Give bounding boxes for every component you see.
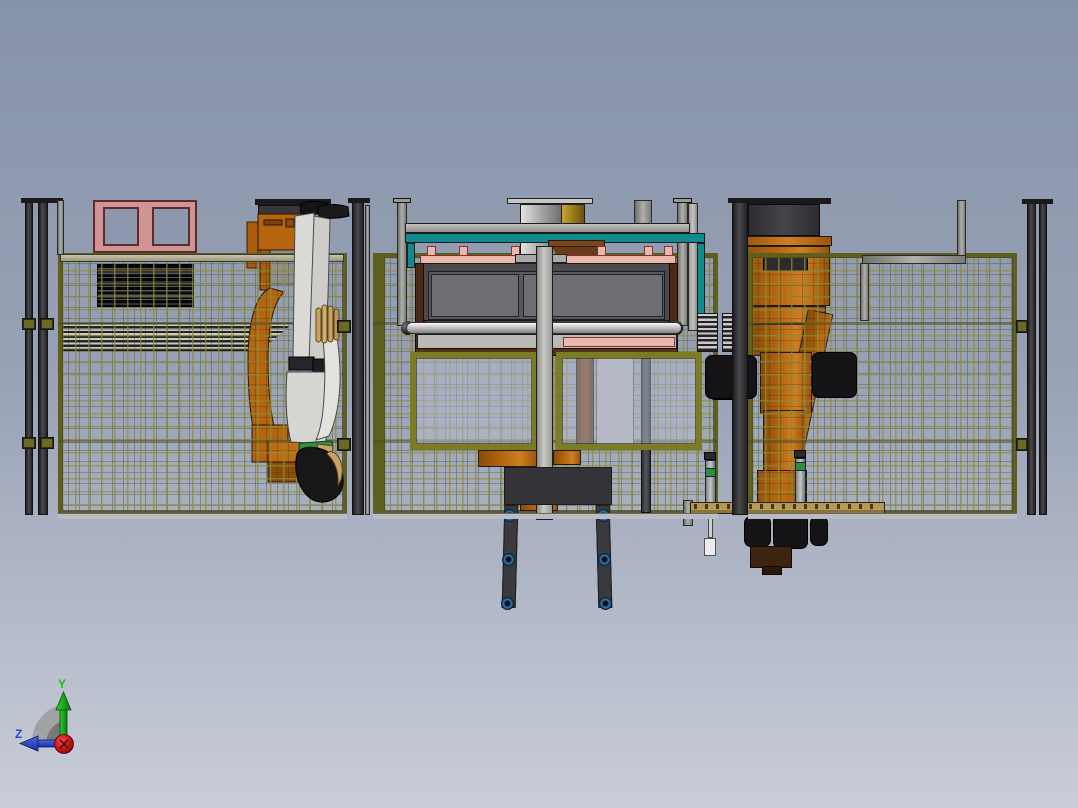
leg-bolt: [599, 597, 612, 610]
table-sub-panel: [431, 274, 519, 317]
z-axis-arrowhead: [18, 735, 39, 752]
clamp-sensor-left-band: [705, 468, 716, 477]
post-cap: [1022, 199, 1053, 204]
end-effector-tip: [762, 566, 782, 575]
fence-clamp: [40, 318, 54, 330]
fence-clamp: [337, 438, 351, 451]
gray-upright: [57, 200, 64, 255]
cable-chain-slats: [697, 313, 718, 352]
glass-panel-right: [556, 352, 702, 450]
fence-base-strip: [748, 513, 1017, 519]
post-cap: [728, 198, 756, 203]
fence-midrail: [748, 440, 1017, 443]
frame-post-right: [677, 200, 688, 326]
y-axis-arrowhead: [55, 690, 72, 711]
z-axis-label: Z: [15, 727, 22, 741]
post-cap: [348, 198, 370, 203]
fence-post: [352, 200, 364, 515]
clamp-sensor-left: [704, 452, 716, 460]
gray-tube-horizontal: [862, 255, 966, 264]
gray-upright: [365, 205, 370, 515]
right-robot-mount: [748, 204, 820, 236]
fence-base-strip: [58, 513, 347, 519]
fence-midrail: [748, 322, 1017, 325]
end-effector-box: [810, 516, 828, 546]
lower-tray-pink: [563, 337, 675, 347]
right-robot-base-flange: [735, 236, 832, 246]
clamp-sensor-right: [794, 450, 806, 458]
fence-base-strip: [373, 513, 718, 519]
gray-tube-vertical: [957, 200, 966, 258]
glass-panel-left: [410, 352, 538, 450]
fence-post: [732, 200, 748, 515]
top-beam: [405, 223, 690, 233]
fence-post: [25, 200, 33, 515]
fence-clamp: [22, 437, 36, 449]
center-robot-arm: [478, 450, 538, 467]
gray-tube-vertical: [860, 263, 869, 321]
fence-clamp: [1016, 438, 1028, 451]
frame-post-left-cap: [393, 198, 411, 203]
fence-post: [38, 200, 48, 515]
center-robot-arm: [553, 450, 581, 465]
clamp-sensor-right-band: [795, 462, 806, 471]
leg-bolt: [598, 553, 611, 566]
teal-upright-right: [697, 243, 705, 317]
plank-markings: [694, 504, 881, 509]
cad-viewport[interactable]: Y Z: [0, 0, 1078, 808]
y-axis-label: Y: [58, 678, 66, 691]
pink-window-opening: [103, 207, 139, 246]
fence-post: [1027, 203, 1036, 515]
frame-post-left: [397, 200, 407, 326]
fence-panel-right: [748, 253, 1017, 515]
end-effector-wrist: [750, 546, 792, 568]
leg-bolt: [502, 553, 515, 566]
fence-post: [1039, 203, 1047, 515]
end-effector-box: [773, 514, 808, 549]
trouser-cuff: [288, 356, 315, 371]
clamp-sensor-left-tip: [704, 538, 716, 556]
right-robot-motor-right: [812, 352, 857, 398]
shoe: [317, 204, 350, 219]
right-robot-motor-left: [705, 355, 757, 399]
fence-clamp: [1016, 320, 1028, 333]
fence-clamp: [337, 320, 351, 333]
teal-upright-left: [407, 243, 415, 268]
hands: [315, 304, 340, 344]
leg-bolt: [501, 597, 514, 610]
orientation-triad: Y Z: [15, 678, 74, 754]
fence-clamp: [40, 437, 54, 449]
end-effector-box: [744, 516, 771, 547]
pink-window-opening: [152, 207, 190, 246]
fence-clamp: [22, 318, 36, 330]
operator-figure: [285, 200, 350, 503]
stand-body: [504, 467, 612, 505]
